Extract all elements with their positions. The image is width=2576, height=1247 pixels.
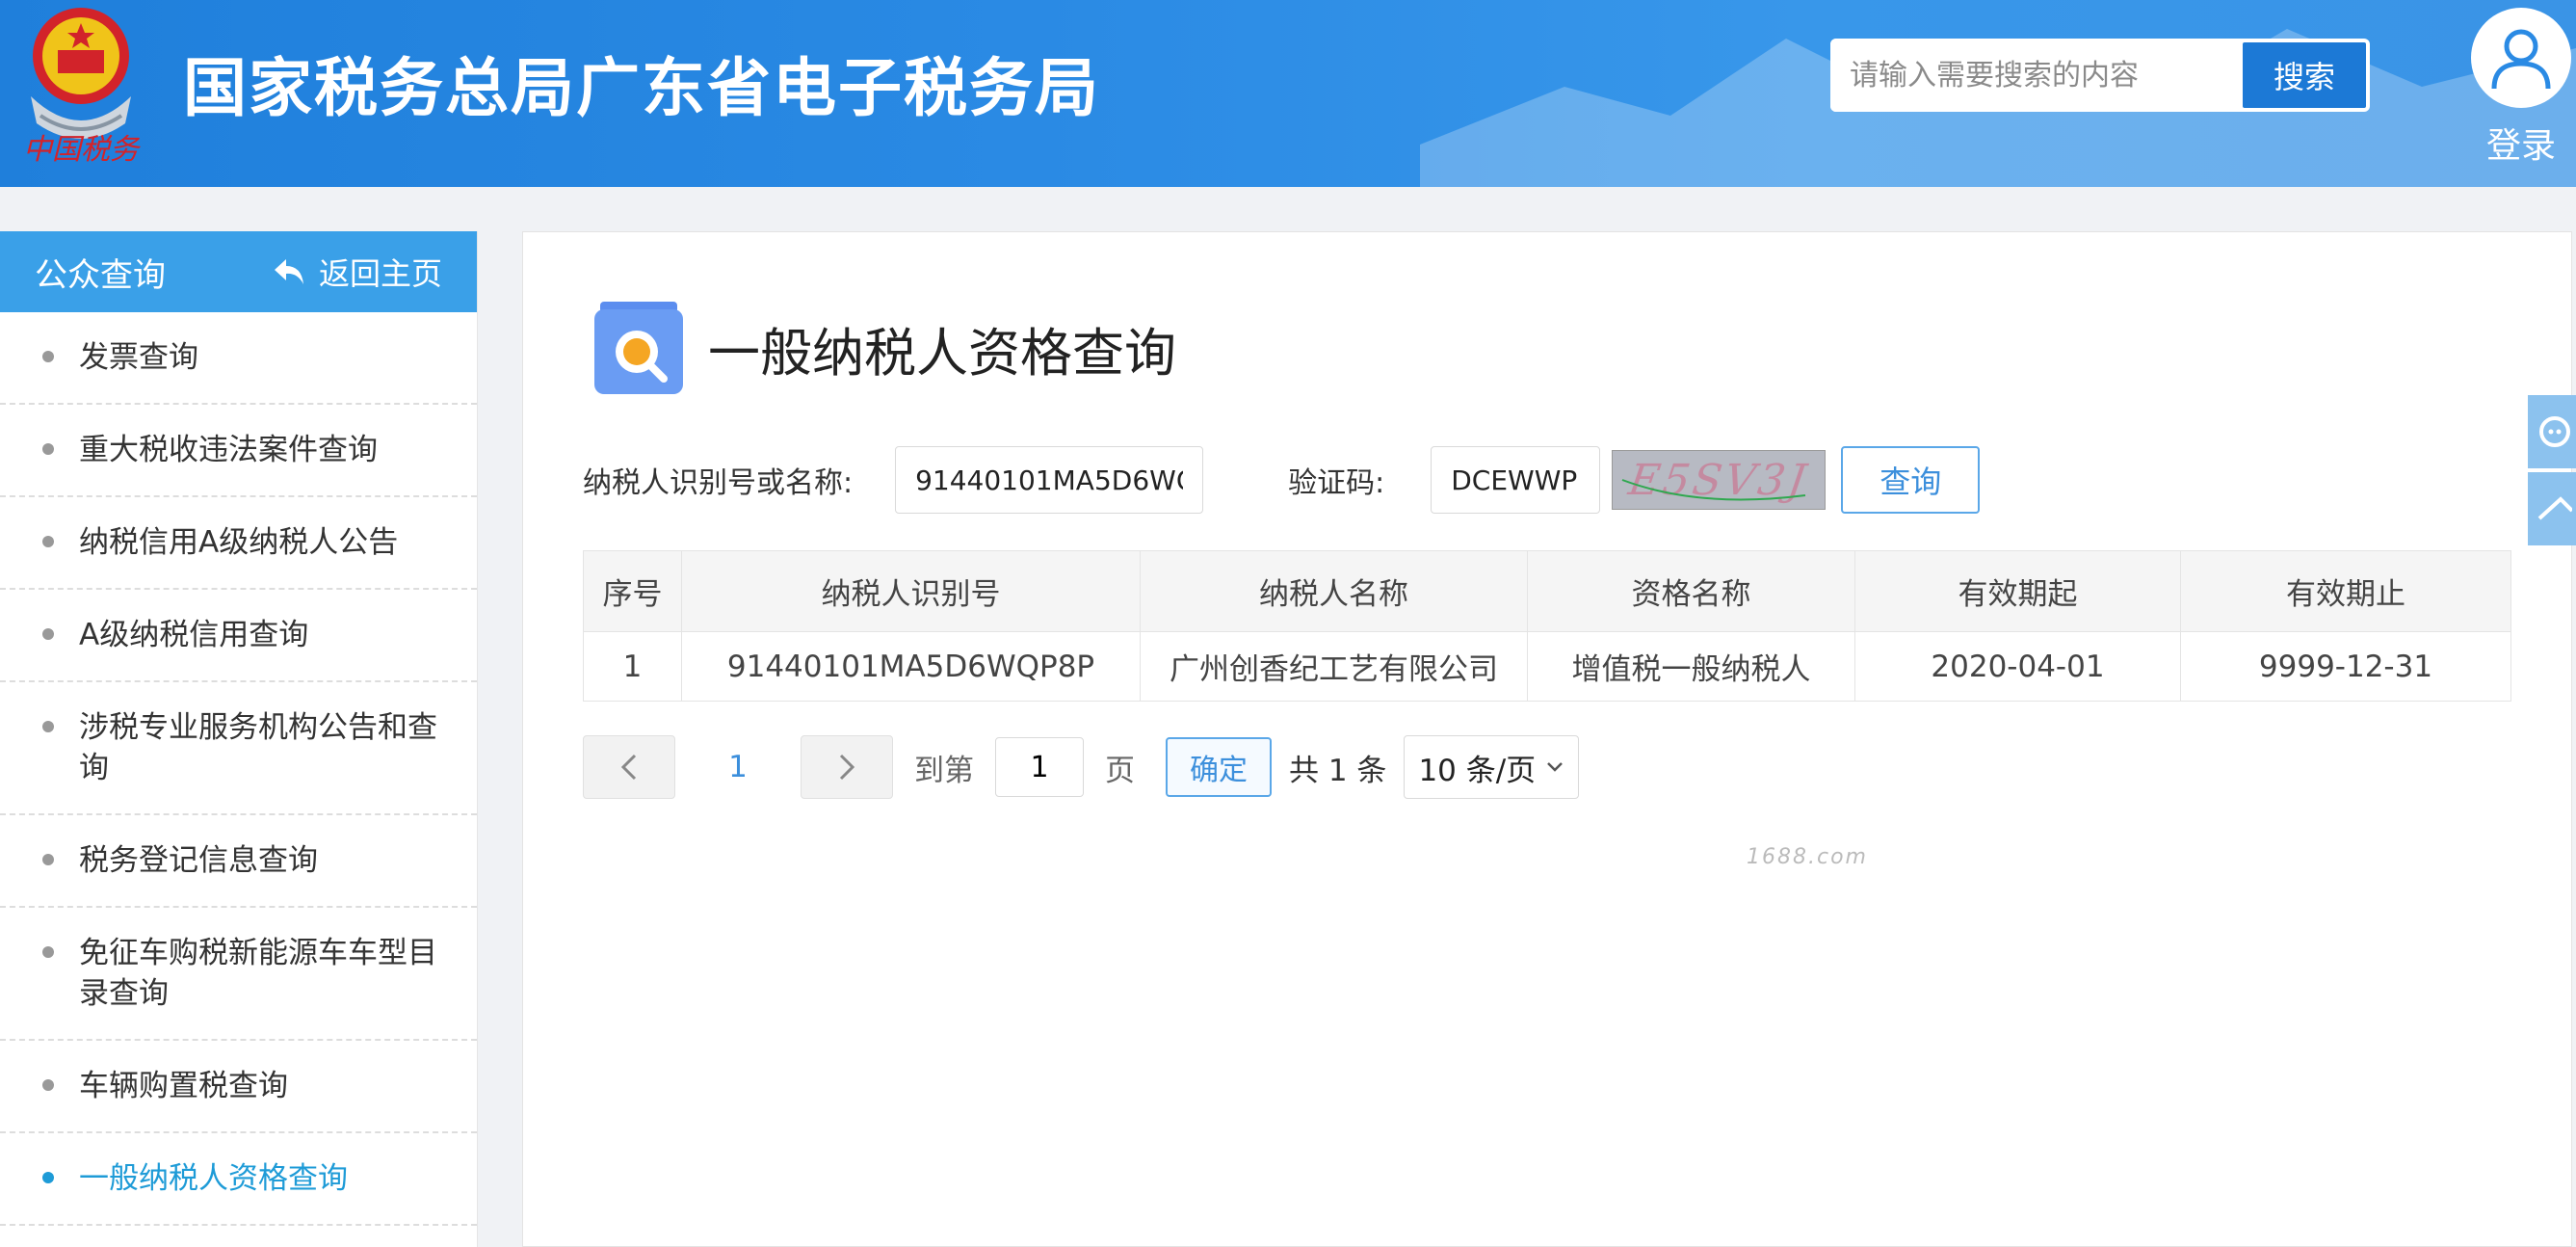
table-row: 1 91440101MA5D6WQP8P 广州创香纪工艺有限公司 增值税一般纳税… [583, 631, 2511, 702]
goto-page-input[interactable] [995, 737, 1084, 797]
bullet-icon [42, 854, 54, 865]
sidebar-item-general-taxpayer-query[interactable]: 一般纳税人资格查询 [0, 1133, 477, 1226]
captcha-image[interactable]: E5SV3J [1612, 450, 1827, 510]
goto-prefix: 到第 [914, 753, 974, 788]
user-avatar-icon [2471, 8, 2571, 108]
cell-index: 1 [583, 631, 682, 702]
sidebar-item-nev-catalog-query[interactable]: 免征车购税新能源车车型目录查询 [0, 908, 477, 1041]
site-title: 国家税务总局广东省电子税务局 [183, 51, 1100, 125]
emblem-caption: 中国税务 [23, 133, 139, 167]
page-size-select[interactable]: 10 条/页 [1404, 735, 1580, 799]
chevron-left-icon [620, 754, 637, 781]
bullet-icon [42, 351, 54, 362]
query-button[interactable]: 查询 [1841, 446, 1981, 514]
back-home-link[interactable]: 返回主页 [273, 250, 442, 294]
col-taxpayer-name: 纳税人名称 [1140, 550, 1528, 632]
page-header: 一般纳税人资格查询 [591, 300, 1176, 396]
sidebar-header: 公众查询 返回主页 [0, 231, 477, 312]
pagination: 1 到第 页 确定 共 1 条 10 条/页 [583, 735, 1580, 799]
taxpayer-id-input[interactable] [895, 446, 1204, 514]
table-header-row: 序号 纳税人识别号 纳税人名称 资格名称 有效期起 有效期止 [583, 550, 2511, 632]
col-taxpayer-id: 纳税人识别号 [681, 550, 1141, 632]
chevron-right-icon [839, 754, 855, 781]
reply-arrow-icon [274, 259, 303, 284]
captcha-noise-line [1621, 479, 1806, 501]
page-size-value: 10 条/页 [1418, 753, 1537, 788]
customer-service-button[interactable] [2528, 395, 2576, 468]
bullet-icon [42, 1079, 54, 1091]
floating-toolbar [2528, 395, 2576, 549]
bullet-icon [42, 946, 54, 958]
search-document-icon [594, 302, 683, 394]
sidebar-item-registration-query[interactable]: 税务登记信息查询 [0, 815, 477, 908]
captcha-input[interactable] [1431, 446, 1601, 514]
back-to-top-button[interactable] [2528, 472, 2576, 545]
page-number-current[interactable]: 1 [675, 750, 801, 784]
chat-icon [2539, 416, 2570, 447]
goto-confirm-button[interactable]: 确定 [1166, 737, 1272, 797]
col-qualification: 资格名称 [1527, 550, 1855, 632]
sidebar-item-tax-agency-query[interactable]: 涉税专业服务机构公告和查询 [0, 682, 477, 815]
col-index: 序号 [583, 550, 682, 632]
cell-valid-from: 2020-04-01 [1854, 631, 2181, 702]
search-input[interactable] [1830, 39, 2239, 112]
page-title: 一般纳税人资格查询 [708, 322, 1176, 384]
sidebar: 公众查询 返回主页 发票查询 重大税收违法案件查询 纳税信用A级纳税人公告 A级… [0, 231, 478, 1247]
chevron-down-icon [1547, 762, 1564, 772]
captcha-label: 验证码: [1288, 466, 1385, 500]
sidebar-item-a-credit-query[interactable]: A级纳税信用查询 [0, 590, 477, 682]
sidebar-item-vehicle-tax-query[interactable]: 车辆购置税查询 [0, 1041, 477, 1133]
sidebar-title: 公众查询 [35, 255, 166, 295]
bullet-icon [42, 536, 54, 547]
login-label: 登录 [2485, 126, 2556, 166]
sidebar-menu: 发票查询 重大税收违法案件查询 纳税信用A级纳税人公告 A级纳税信用查询 涉税专… [0, 312, 477, 1226]
cell-valid-to: 9999-12-31 [2180, 631, 2511, 702]
next-page-button[interactable] [801, 735, 893, 799]
cell-taxpayer-name: 广州创香纪工艺有限公司 [1140, 631, 1528, 702]
back-home-label: 返回主页 [318, 255, 442, 292]
bullet-icon [42, 721, 54, 732]
prev-page-button[interactable] [583, 735, 675, 799]
goto-suffix: 页 [1105, 753, 1135, 788]
cell-qualification: 增值税一般纳税人 [1527, 631, 1855, 702]
total-count: 共 1 条 [1289, 753, 1387, 788]
main-content: 一般纳税人资格查询 纳税人识别号或名称: 验证码: E5SV3J 查询 序号 纳… [522, 231, 2572, 1247]
watermark-text: 1688.com [1747, 845, 1868, 869]
taxpayer-label: 纳税人识别号或名称: [583, 466, 854, 500]
search-bar: 搜索 [1830, 39, 2370, 112]
sidebar-item-a-credit-notice[interactable]: 纳税信用A级纳税人公告 [0, 497, 477, 590]
sidebar-item-invoice-query[interactable]: 发票查询 [0, 312, 477, 405]
arrow-up-icon [2537, 496, 2572, 520]
query-form: 纳税人识别号或名称: 验证码: E5SV3J 查询 [583, 446, 1981, 514]
col-valid-to: 有效期止 [2180, 550, 2511, 632]
bullet-icon [42, 443, 54, 455]
bullet-icon [42, 1172, 54, 1183]
cell-taxpayer-id: 91440101MA5D6WQP8P [681, 631, 1141, 702]
col-valid-from: 有效期起 [1854, 550, 2181, 632]
search-button[interactable]: 搜索 [2243, 42, 2366, 108]
sidebar-item-major-violation-query[interactable]: 重大税收违法案件查询 [0, 405, 477, 497]
login-button[interactable]: 登录 [2466, 8, 2576, 172]
bullet-icon [42, 628, 54, 640]
site-header: 中国税务 国家税务总局广东省电子税务局 搜索 登录 [0, 0, 2576, 187]
result-table: 序号 纳税人识别号 纳税人名称 资格名称 有效期起 有效期止 1 9144010… [583, 550, 2511, 702]
